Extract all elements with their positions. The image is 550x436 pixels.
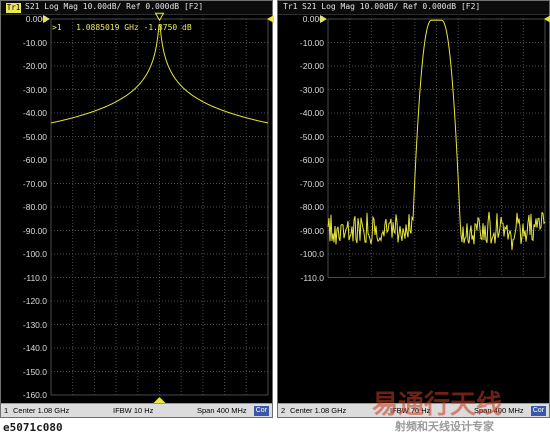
y-tick-label: -10.00: [22, 37, 47, 48]
channel-1-window[interactable]: Tr1 S21 Log Mag 10.00dB/ Ref 0.000dB [F2…: [0, 0, 274, 418]
y-tick-label: -30.00: [299, 84, 324, 95]
span-setting[interactable]: Span 400 MHz: [197, 406, 247, 415]
channel-number: 2: [281, 406, 286, 415]
y-tick-label: -70.00: [22, 178, 47, 189]
center-frequency[interactable]: Center 1.08 GHz: [290, 406, 346, 415]
y-tick-label: -20.00: [22, 61, 47, 71]
model-label: e5071c080: [3, 421, 63, 434]
y-tick-label: -40.00: [299, 108, 324, 118]
y-tick-label: -80.00: [22, 202, 47, 212]
y-tick-label: -110.0: [23, 272, 47, 283]
y-tick-label: 0.000: [25, 14, 47, 24]
channel-number: 1: [4, 406, 9, 415]
y-tick-label: -70.00: [299, 178, 324, 189]
y-tick-label: -80.00: [299, 202, 324, 212]
marker-1-readout: >1 1.0885019 GHz -1.3750 dB: [52, 23, 192, 32]
correction-indicator[interactable]: Cor: [530, 406, 546, 416]
center-frequency[interactable]: Center 1.08 GHz: [13, 406, 69, 415]
y-tick-label: -30.00: [22, 84, 47, 95]
y-tick-label: -140.0: [22, 343, 47, 353]
y-tick-label: 0.000: [302, 14, 324, 24]
correction-indicator[interactable]: Cor: [253, 406, 269, 416]
y-tick-label: -100.0: [22, 249, 47, 259]
watermark-subtitle: 射频和天线设计专家: [395, 420, 494, 433]
y-tick-label: -120.0: [22, 296, 47, 306]
watermark-logo: 易通行天线: [372, 390, 503, 420]
ifbw-setting[interactable]: IFBW 10 Hz: [113, 406, 153, 415]
y-tick-label: -20.00: [299, 61, 324, 71]
y-tick-label: -50.00: [299, 131, 324, 142]
y-tick-label: -110.0: [300, 272, 324, 283]
y-tick-label: -90.00: [22, 225, 47, 236]
y-tick-label: -150.0: [22, 366, 47, 377]
y-tick-label: -40.00: [22, 108, 47, 118]
y-tick-label: -130.0: [22, 319, 47, 330]
y-tick-label: -60.00: [22, 155, 47, 165]
channel-1-status-bar: 1 Center 1.08 GHz IFBW 10 Hz Span 400 MH…: [1, 403, 272, 417]
y-tick-label: -160.0: [22, 390, 47, 400]
y-tick-label: -100.0: [299, 249, 324, 259]
y-tick-label: -50.00: [22, 131, 47, 142]
y-tick-label: -60.00: [299, 155, 324, 165]
y-tick-label: -90.00: [299, 225, 324, 236]
y-tick-label: -10.00: [299, 37, 324, 48]
measurement-trace[interactable]: [327, 19, 546, 251]
channel-2-window[interactable]: Tr1 S21 Log Mag 10.00dB/ Ref 0.000dB [F2…: [277, 0, 550, 418]
